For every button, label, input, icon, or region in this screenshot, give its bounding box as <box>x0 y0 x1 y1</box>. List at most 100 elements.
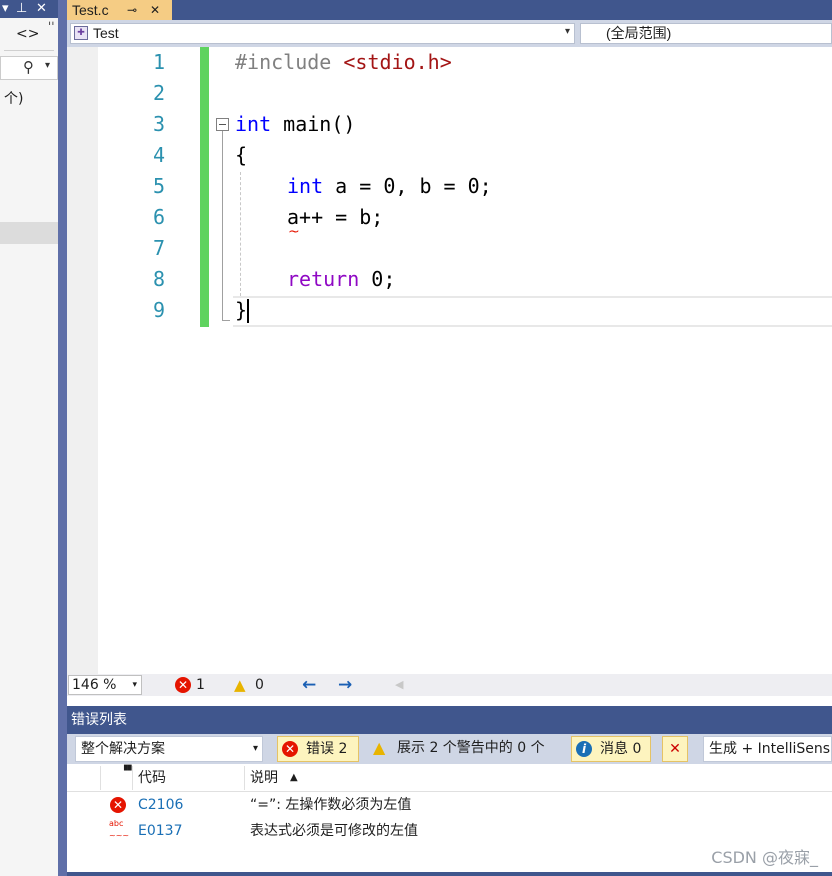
column-sort-icon[interactable]: ▝▘ <box>120 764 135 780</box>
panel-menu-icon[interactable]: ▾ <box>2 0 9 18</box>
line-number: 9 <box>152 298 165 322</box>
line-number: 5 <box>152 174 165 198</box>
column-code-header[interactable]: 代码 <box>138 764 166 792</box>
preprocessor-directive: #include <box>235 50 344 74</box>
panel-count-text: 个) <box>4 91 24 107</box>
scope-select[interactable]: 整个解决方案 ▾ <box>75 736 263 762</box>
code-line-9: } <box>235 295 247 326</box>
warnings-filter-label: 展示 2 个警告中的 0 个 <box>397 740 545 756</box>
code-line-4: { <box>235 140 247 171</box>
project-dropdown[interactable]: ✚ Test ▾ <box>70 23 575 44</box>
code-line-3: int main() <box>235 109 355 140</box>
fold-guide-end <box>222 320 230 321</box>
line-number: 1 <box>152 50 165 74</box>
line-number: 4 <box>152 143 165 167</box>
errors-filter-label: 错误 2 <box>306 741 348 757</box>
info-icon: i <box>576 741 592 757</box>
code-line-8: return 0; <box>287 264 395 295</box>
include-header: <stdio.h> <box>343 50 452 74</box>
close-brace: } <box>235 298 248 322</box>
error-icon: ✕ <box>282 741 298 757</box>
scroll-left-icon[interactable]: ◀ <box>395 674 403 696</box>
project-name: Test <box>93 25 119 41</box>
keyword: int <box>235 112 272 136</box>
more-icon[interactable]: ˈˈ <box>48 20 55 34</box>
intellisense-error-icon: abc ~~~ <box>109 819 130 840</box>
column-separator <box>132 766 133 790</box>
text-caret <box>247 299 249 323</box>
panel-splitter[interactable] <box>58 0 67 876</box>
error-icon: ✕ <box>110 797 126 813</box>
scope-dropdown[interactable]: (全局范围) <box>580 23 832 44</box>
left-toolbar: <> ˈˈ <box>4 20 55 51</box>
left-panel-titlebar: ▾ ⊥ ✕ <box>0 0 58 18</box>
collapse-region-toggle[interactable] <box>216 118 229 131</box>
errors-filter-button[interactable]: ✕ 错误 2 <box>277 736 359 762</box>
code-line-5: int a = 0, b = 0; <box>287 171 492 202</box>
column-separator <box>100 766 101 790</box>
warning-count[interactable]: 0 <box>255 674 264 696</box>
chevron-down-icon[interactable]: ▾ <box>45 60 50 71</box>
error-statement: a++ = b; <box>287 205 384 229</box>
column-separator <box>244 766 245 790</box>
open-brace: { <box>235 143 248 167</box>
function-signature: main() <box>271 112 356 136</box>
error-icon[interactable]: ✕ <box>175 677 191 693</box>
watermark: CSDN @夜寐_ <box>711 848 818 867</box>
sort-ascending-icon: ▲ <box>290 772 298 783</box>
build-intellisense-select[interactable]: 生成 + IntelliSens <box>703 736 832 762</box>
search-icon: ⚲ <box>23 58 34 76</box>
error-count[interactable]: 1 <box>196 674 205 696</box>
messages-filter-button[interactable]: i 消息 0 <box>571 736 651 762</box>
warning-icon[interactable]: ▲ <box>234 674 246 696</box>
document-tab-bar <box>67 0 832 20</box>
error-code[interactable]: E0137 <box>138 818 182 844</box>
solution-explorer-panel <box>0 0 58 876</box>
glyph-margin <box>67 47 98 674</box>
change-tracking-bar <box>200 47 209 327</box>
indent-guide <box>240 172 241 296</box>
tab-test-c[interactable]: Test.c ⊸ ✕ <box>67 0 172 20</box>
warnings-filter-button[interactable]: ▲ 展示 2 个警告中的 0 个 <box>370 736 560 762</box>
chevron-down-icon: ▾ <box>564 26 570 37</box>
pin-tab-icon[interactable]: ⊸ <box>127 0 137 20</box>
line-number: 2 <box>152 81 165 105</box>
current-line-highlight <box>233 296 832 327</box>
line-number: 6 <box>152 205 165 229</box>
warning-icon: ▲ <box>373 738 386 757</box>
nav-forward-button[interactable]: → <box>338 674 352 696</box>
zoom-value: 146 % <box>72 677 117 693</box>
error-squiggle[interactable]: ~ <box>288 224 300 240</box>
error-code[interactable]: C2106 <box>138 792 183 818</box>
return-value: 0; <box>359 267 396 291</box>
code-editor[interactable] <box>67 47 832 674</box>
keyword: int <box>287 174 324 198</box>
code-view-button[interactable]: <> <box>16 26 39 42</box>
nav-back-button[interactable]: ← <box>302 674 316 696</box>
pin-icon[interactable]: ⊥ <box>16 0 27 18</box>
error-description: “=”: 左操作数必须为左值 <box>250 797 412 813</box>
close-icon[interactable]: ✕ <box>36 0 47 18</box>
selected-tree-item[interactable] <box>0 222 58 244</box>
error-description: 表达式必须是可修改的左值 <box>250 823 418 839</box>
column-description-header[interactable]: 说明 <box>250 764 278 792</box>
error-list-title-text: 错误列表 <box>71 712 127 728</box>
declaration: a = 0, b = 0; <box>323 174 492 198</box>
bottom-border <box>67 872 832 876</box>
scope-select-value: 整个解决方案 <box>81 741 165 757</box>
build-intellisense-value: 生成 + IntelliSens <box>709 741 831 757</box>
line-number: 8 <box>152 267 165 291</box>
filter-icon[interactable]: ✕ <box>662 736 688 762</box>
scope-label: (全局范围) <box>606 25 672 41</box>
close-tab-icon[interactable]: ✕ <box>150 0 160 20</box>
messages-filter-label: 消息 0 <box>600 741 642 757</box>
table-row[interactable]: abc ~~~ E0137 表达式必须是可修改的左值 <box>67 818 832 844</box>
zoom-select[interactable]: 146 % ▾ <box>68 675 142 695</box>
line-number: 7 <box>152 236 165 260</box>
table-row[interactable]: ✕ C2106 “=”: 左操作数必须为左值 <box>67 792 832 818</box>
search-box[interactable]: ⚲ ▾ <box>0 56 58 80</box>
fold-guide-line <box>222 131 223 321</box>
return-keyword: return <box>287 267 360 291</box>
code-line-6: a++ = b; <box>287 202 383 233</box>
tab-title: Test.c <box>72 2 109 18</box>
